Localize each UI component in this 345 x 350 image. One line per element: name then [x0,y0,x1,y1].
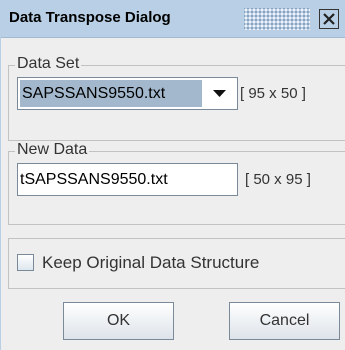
data-set-combobox[interactable]: SAPSSANS9550.txt [17,77,238,110]
data-set-selected-value: SAPSSANS9550.txt [20,80,202,107]
new-data-group-label: New Data [15,141,90,159]
dialog-title: Data Transpose Dialog [9,9,171,26]
ok-button[interactable]: OK [63,302,174,340]
close-button[interactable] [319,9,339,29]
new-data-dimensions: [ 50 x 95 ] [245,171,311,188]
new-data-filename-input[interactable] [17,163,238,196]
keep-structure-option[interactable]: Keep Original Data Structure [17,251,337,275]
data-set-dropdown-button[interactable] [204,78,237,109]
title-bar-grip [244,8,310,30]
close-icon [323,13,335,25]
data-set-dimensions: [ 95 x 50 ] [240,85,306,102]
keep-structure-label: Keep Original Data Structure [42,253,260,272]
data-transpose-dialog: Data Transpose Dialog Data Set SAPSSANS9… [0,0,345,350]
triangle-down-icon [213,90,226,97]
keep-structure-checkbox[interactable] [17,254,34,271]
data-set-group-label: Data Set [15,55,82,73]
title-bar[interactable]: Data Transpose Dialog [1,0,345,38]
cancel-button[interactable]: Cancel [229,302,340,340]
